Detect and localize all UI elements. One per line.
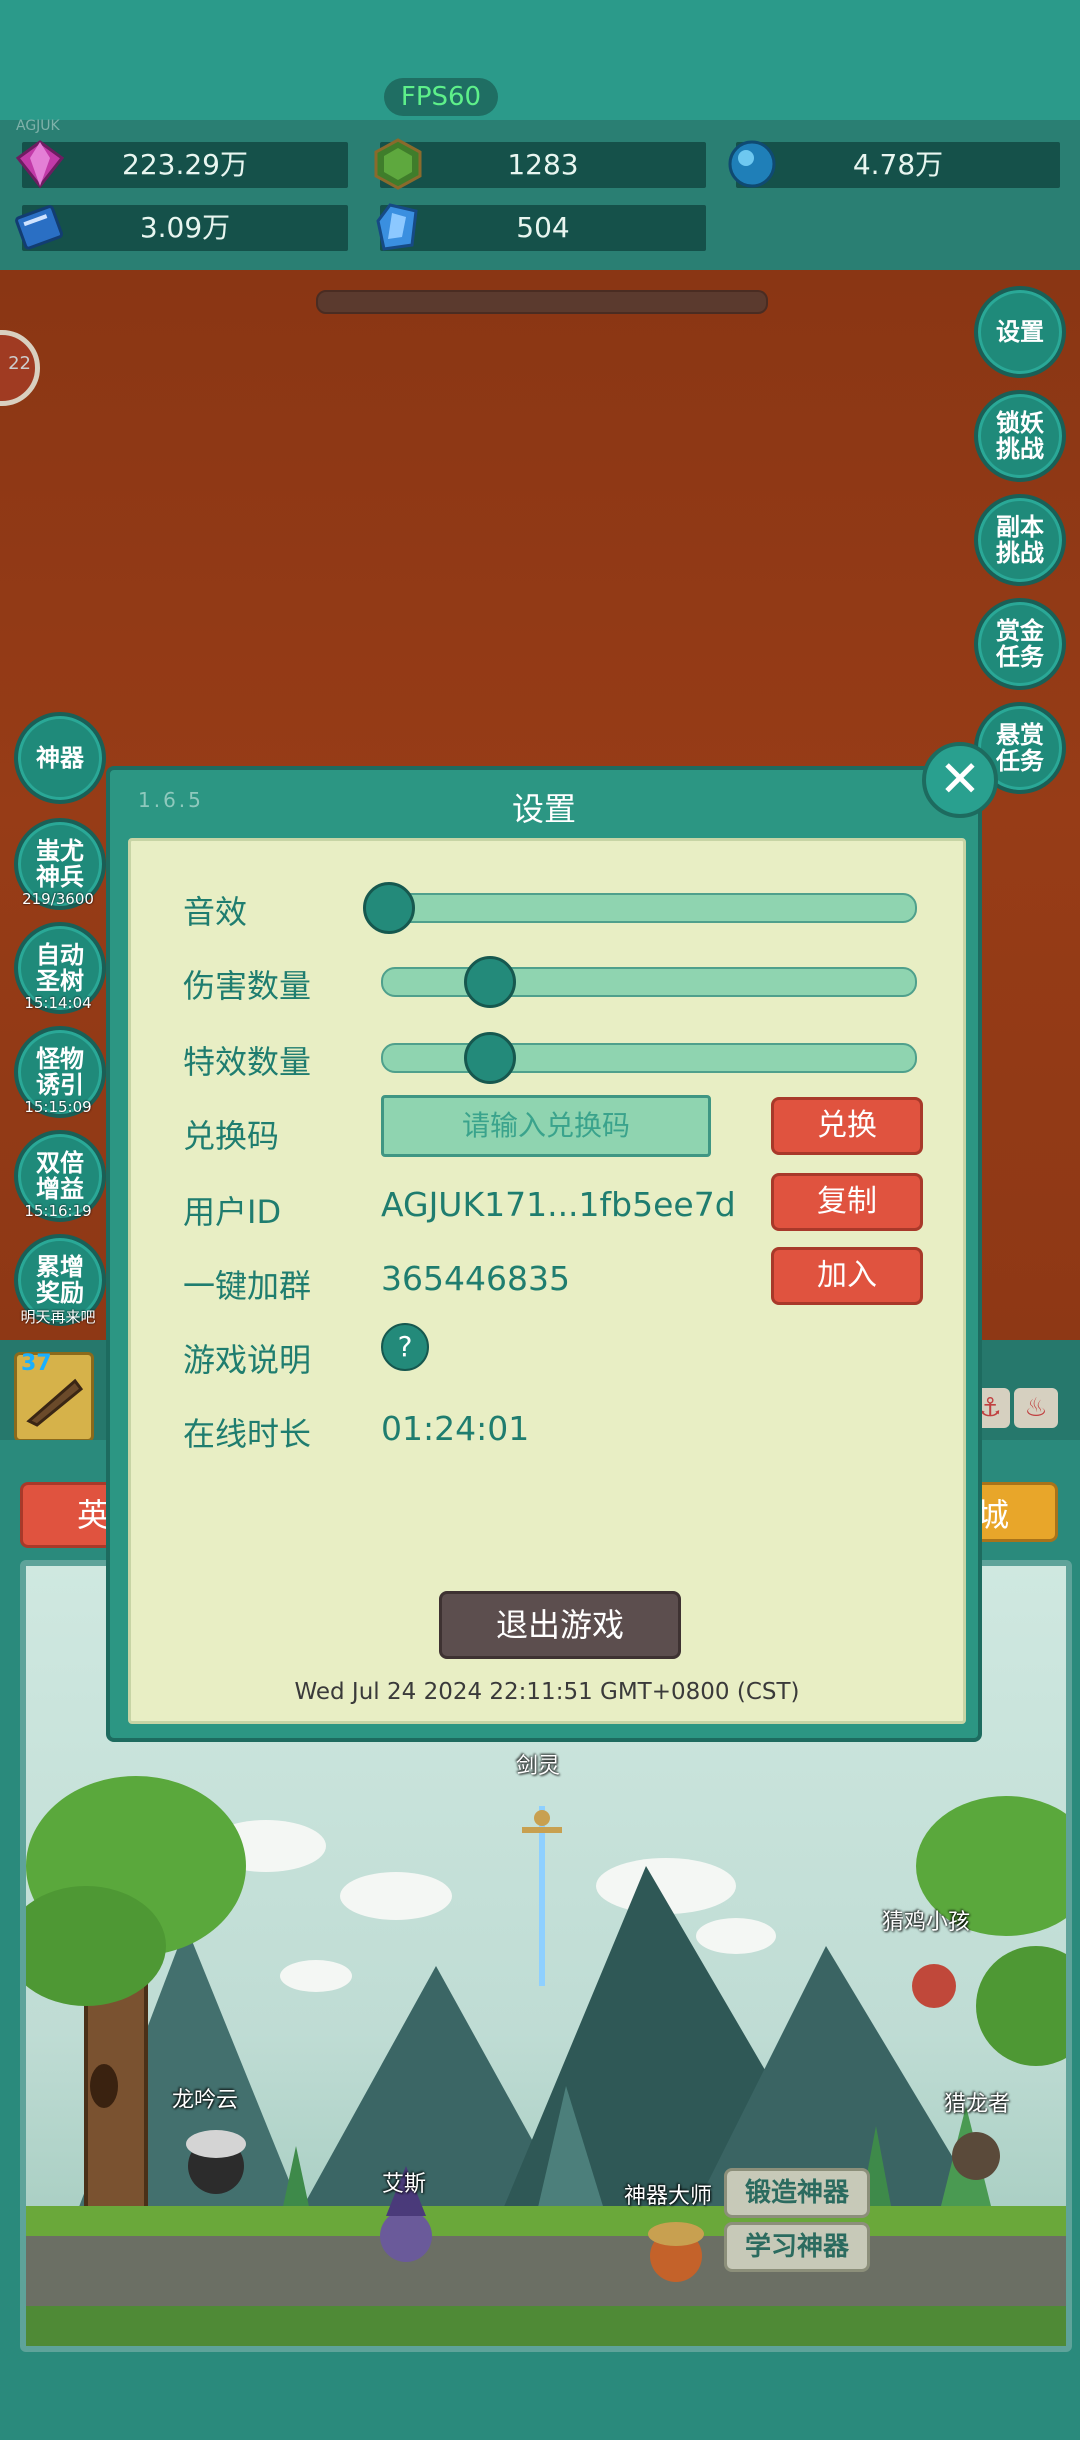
redeem-code-label: 兑换码 xyxy=(183,1117,280,1155)
game-guide-label: 游戏说明 xyxy=(183,1341,312,1379)
join-button[interactable]: 加入 xyxy=(771,1247,923,1305)
settings-panel: 音效 伤害数量 特效数量 兑换码 兑换 用户ID AGJUK171...1fb5… xyxy=(128,838,966,1724)
exit-game-button[interactable]: 退出游戏 xyxy=(439,1591,681,1659)
sound-slider[interactable] xyxy=(363,882,917,934)
settings-dialog: 1.6.5 设置 音效 伤害数量 特效数量 兑换码 兑换 用户ID AGJUK1… xyxy=(106,766,982,1742)
dialog-title: 设置 xyxy=(511,790,576,828)
damage-count-label: 伤害数量 xyxy=(183,967,312,1005)
help-icon[interactable]: ? xyxy=(381,1323,429,1371)
effects-count-label: 特效数量 xyxy=(183,1043,312,1081)
close-icon[interactable]: ✕ xyxy=(922,742,998,818)
sound-slider-knob[interactable] xyxy=(363,882,415,934)
sound-label: 音效 xyxy=(183,893,248,931)
group-number-value: 365446835 xyxy=(381,1259,570,1298)
redeem-code-input[interactable] xyxy=(381,1095,711,1157)
server-datetime: Wed Jul 24 2024 22:11:51 GMT+0800 (CST) xyxy=(294,1679,800,1705)
damage-count-slider[interactable] xyxy=(381,956,917,1008)
effects-count-slider[interactable] xyxy=(381,1032,917,1084)
effects-count-slider-knob[interactable] xyxy=(464,1032,517,1084)
modal-overlay: 1.6.5 设置 音效 伤害数量 特效数量 兑换码 兑换 用户ID AGJUK1… xyxy=(0,0,1080,2382)
user-id-label: 用户ID xyxy=(183,1193,282,1231)
copy-button[interactable]: 复制 xyxy=(771,1173,923,1231)
join-group-label: 一键加群 xyxy=(183,1267,312,1305)
online-time-value: 01:24:01 xyxy=(381,1409,530,1448)
online-time-label: 在线时长 xyxy=(183,1415,312,1453)
redeem-button[interactable]: 兑换 xyxy=(771,1097,923,1155)
user-id-value: AGJUK171...1fb5ee7d xyxy=(381,1185,736,1224)
damage-count-slider-knob[interactable] xyxy=(464,956,517,1008)
